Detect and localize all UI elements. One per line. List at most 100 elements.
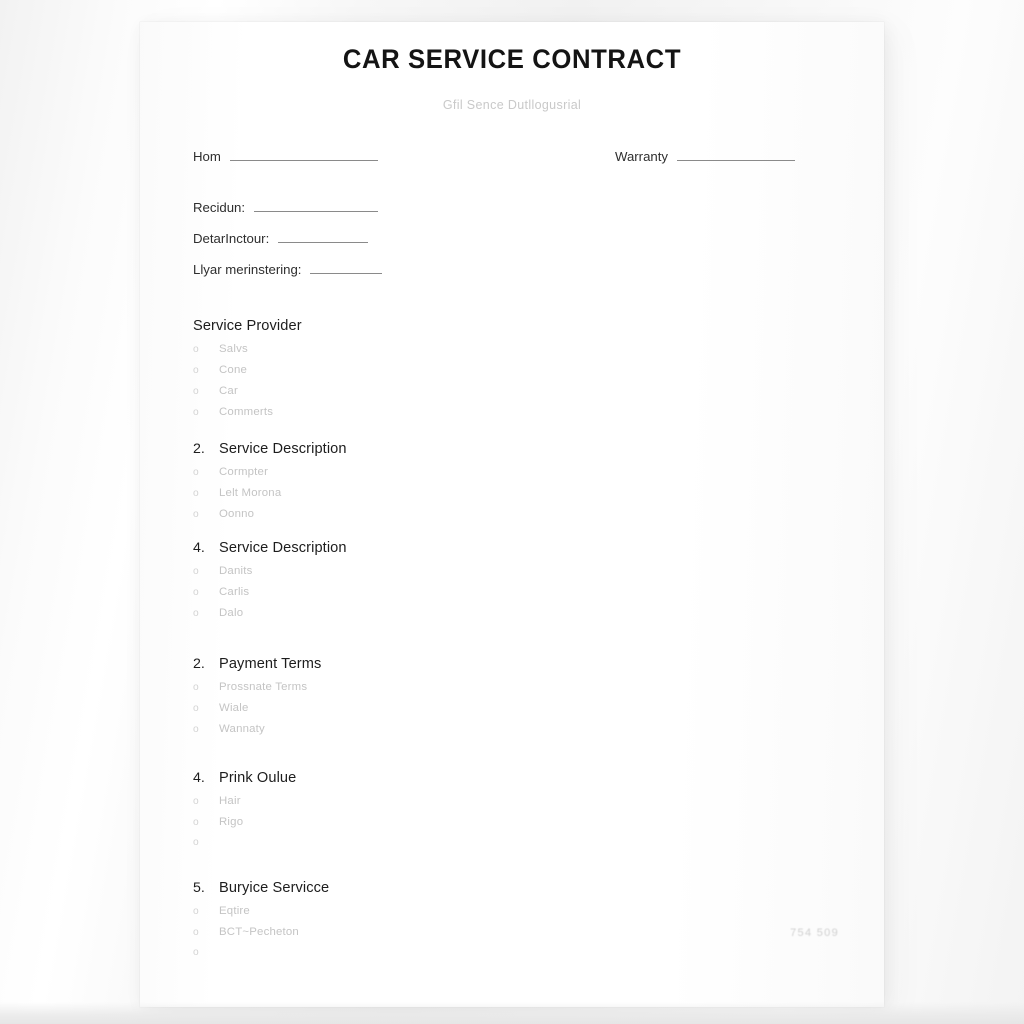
section-number: 5. (193, 880, 205, 896)
field-llyar-merinstering[interactable]: Llyar merinstering: (193, 261, 383, 277)
list-item: o Car (193, 385, 553, 406)
section-item-list: o Prossnate Terms o Wiale o Wannaty (193, 681, 553, 744)
list-item-label: Car (219, 385, 238, 397)
section-number: 2. (193, 441, 205, 457)
list-item: o (193, 837, 553, 858)
section-item-list: o Eqtire o BCT~Pecheton o (193, 905, 553, 968)
list-item: o Salvs (193, 343, 553, 364)
document-canvas: CAR SERVICE CONTRACT Gfil Sence Dutllogu… (0, 0, 1024, 1024)
section-item-list: o Danits o Carlis o Dalo (193, 565, 553, 628)
section-prink-oulue: 4. Prink Oulue o Hair o Rigo o (193, 770, 553, 858)
field-detarinctour-blank-line[interactable] (278, 230, 369, 243)
field-recidun-label: Recidun: (193, 200, 246, 215)
list-item: o Wannaty (193, 723, 553, 744)
section-item-list: o Salvs o Cone o Car o Commerts (193, 343, 553, 427)
section-heading: Service Provider (193, 318, 553, 334)
bullet-icon: o (193, 796, 199, 807)
list-item-label: Lelt Morona (219, 487, 282, 499)
list-item-label: Eqtire (219, 905, 250, 917)
list-item-label: Dalo (219, 607, 244, 619)
field-warranty[interactable]: Warranty (615, 148, 796, 164)
section-number: 4. (193, 770, 205, 786)
field-warranty-blank-line[interactable] (677, 148, 796, 161)
bullet-icon: o (193, 703, 199, 714)
list-item-label: BCT~Pecheton (219, 926, 299, 938)
section-heading: 4. Prink Oulue (193, 770, 553, 786)
list-item-label: Oonno (219, 508, 255, 520)
field-home[interactable]: Hom (193, 148, 378, 164)
bullet-icon: o (193, 344, 199, 355)
section-service-description-4: 4. Service Description o Danits o Carlis… (193, 540, 553, 628)
bullet-icon: o (193, 724, 199, 735)
section-title: Payment Terms (219, 656, 322, 672)
list-item: o Carlis (193, 586, 553, 607)
list-item: o (193, 947, 553, 968)
list-item: o Eqtire (193, 905, 553, 926)
bullet-icon: o (193, 927, 199, 938)
section-service-provider: Service Provider o Salvs o Cone o Car o … (193, 318, 553, 427)
field-home-label: Hom (193, 149, 221, 164)
section-heading: 2. Service Description (193, 441, 553, 457)
page-subtitle: Gfil Sence Dutllogusrial (442, 98, 582, 112)
field-detarinctour[interactable]: DetarInctour: (193, 230, 369, 246)
list-item: o Danits (193, 565, 553, 586)
list-item-label: Salvs (219, 343, 248, 355)
list-item: o Rigo (193, 816, 553, 837)
section-item-list: o Cormpter o Lelt Morona o Oonno (193, 466, 553, 529)
list-item: o BCT~Pecheton (193, 926, 553, 947)
list-item-label: Danits (219, 565, 253, 577)
bullet-icon: o (193, 407, 199, 418)
section-buryice-servicce: 5. Buryice Servicce o Eqtire o BCT~Peche… (193, 880, 553, 968)
bullet-icon: o (193, 386, 199, 397)
bullet-icon: o (193, 509, 199, 520)
bullet-icon: o (193, 817, 199, 828)
list-item: o Wiale (193, 702, 553, 723)
section-service-description-2: 2. Service Description o Cormpter o Lelt… (193, 441, 553, 529)
list-item-label: Wiale (219, 702, 249, 714)
field-detarinctour-label: DetarInctour: (193, 231, 270, 246)
page-title: CAR SERVICE CONTRACT (342, 44, 682, 74)
section-heading: 5. Buryice Servicce (193, 880, 553, 896)
bullet-icon: o (193, 587, 199, 598)
list-item-label: Cone (219, 364, 248, 376)
field-llyar-merinstering-blank-line[interactable] (310, 261, 383, 274)
bullet-icon: o (193, 837, 199, 848)
section-title: Service Provider (193, 318, 302, 334)
list-item: o Dalo (193, 607, 553, 628)
list-item-label: Commerts (219, 406, 274, 418)
field-recidun-blank-line[interactable] (254, 199, 379, 212)
section-title: Prink Oulue (219, 770, 297, 786)
field-home-blank-line[interactable] (229, 148, 378, 161)
section-heading: 2. Payment Terms (193, 656, 553, 672)
bullet-icon: o (193, 906, 199, 917)
bullet-icon: o (193, 467, 199, 478)
field-recidun[interactable]: Recidun: (193, 199, 379, 215)
field-warranty-label: Warranty (615, 149, 669, 164)
list-item-label: Prossnate Terms (219, 681, 308, 693)
list-item-label: Rigo (219, 816, 244, 828)
bullet-icon: o (193, 365, 199, 376)
list-item: o Commerts (193, 406, 553, 427)
section-title: Service Description (219, 441, 347, 457)
list-item: o Lelt Morona (193, 487, 553, 508)
list-item-label: Cormpter (219, 466, 269, 478)
bullet-icon: o (193, 488, 199, 499)
section-item-list: o Hair o Rigo o (193, 795, 553, 858)
section-payment-terms: 2. Payment Terms o Prossnate Terms o Wia… (193, 656, 553, 744)
list-item: o Prossnate Terms (193, 681, 553, 702)
list-item-label: Wannaty (219, 723, 265, 735)
section-number: 4. (193, 540, 205, 556)
bullet-icon: o (193, 608, 199, 619)
list-item: o Oonno (193, 508, 553, 529)
bullet-icon: o (193, 947, 199, 958)
section-title: Service Description (219, 540, 347, 556)
section-heading: 4. Service Description (193, 540, 553, 556)
list-item: o Hair (193, 795, 553, 816)
list-item-label: Carlis (219, 586, 250, 598)
list-item: o Cone (193, 364, 553, 385)
section-title: Buryice Servicce (219, 880, 330, 896)
section-number: 2. (193, 656, 205, 672)
field-llyar-merinstering-label: Llyar merinstering: (193, 262, 302, 277)
list-item-label: Hair (219, 795, 241, 807)
bullet-icon: o (193, 566, 199, 577)
